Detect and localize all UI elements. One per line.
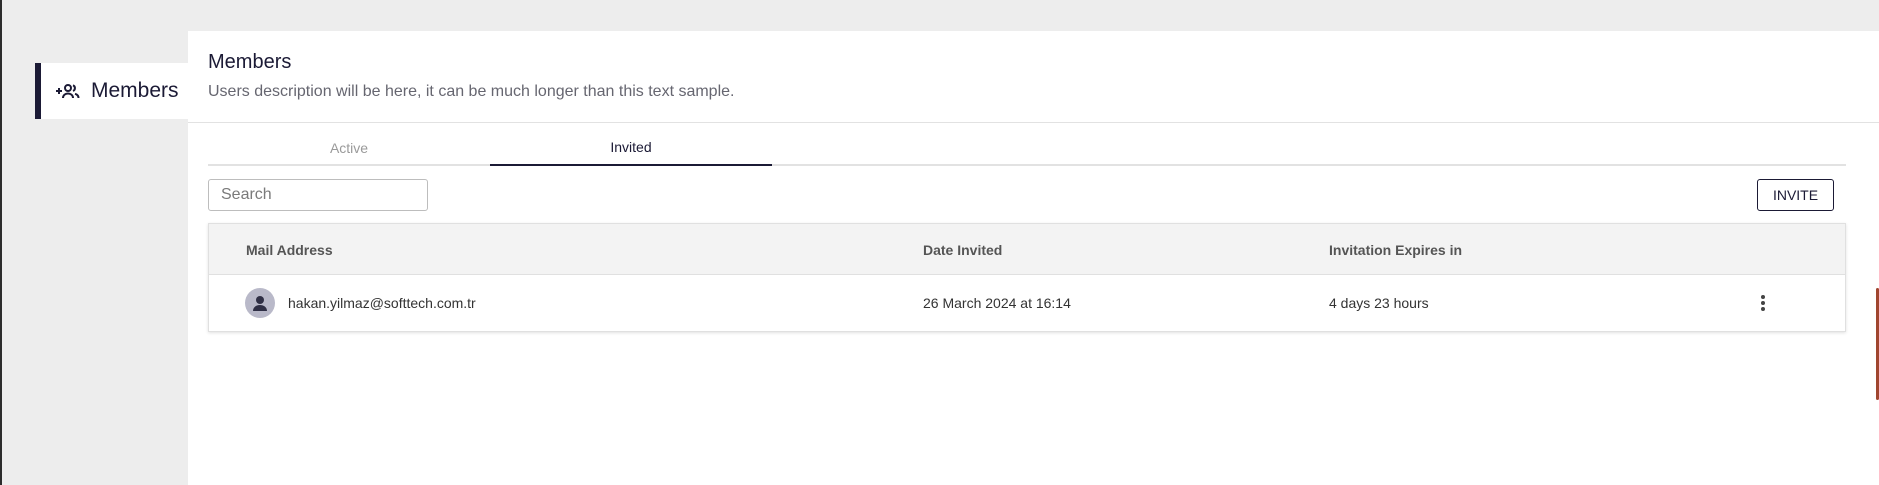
header-divider bbox=[188, 122, 1879, 123]
invited-members-table: Mail Address Date Invited Invitation Exp… bbox=[208, 223, 1846, 332]
cell-date-invited: 26 March 2024 at 16:14 bbox=[923, 295, 1071, 311]
tab-invited[interactable]: Invited bbox=[490, 130, 772, 166]
tab-bar: Active Invited bbox=[208, 130, 1846, 166]
avatar bbox=[245, 288, 275, 318]
invite-button[interactable]: INVITE bbox=[1757, 179, 1834, 211]
sidebar-item-members[interactable]: Members bbox=[35, 63, 189, 119]
page-header: Members Users description will be here, … bbox=[208, 51, 734, 101]
search-input[interactable] bbox=[208, 179, 428, 211]
sidebar-item-label: Members bbox=[91, 79, 179, 102]
cell-mail-address: hakan.yilmaz@softtech.com.tr bbox=[288, 295, 476, 311]
person-icon bbox=[253, 296, 267, 311]
column-header-mail-address[interactable]: Mail Address bbox=[246, 224, 333, 275]
column-header-date-invited[interactable]: Date Invited bbox=[923, 224, 1002, 275]
cell-expires-in: 4 days 23 hours bbox=[1329, 295, 1429, 311]
page-description: Users description will be here, it can b… bbox=[208, 83, 735, 100]
more-vert-icon[interactable] bbox=[1749, 289, 1777, 317]
group-add-icon bbox=[55, 81, 81, 101]
tab-active[interactable]: Active bbox=[208, 130, 490, 166]
page-title: Members bbox=[208, 51, 292, 73]
table-header: Mail Address Date Invited Invitation Exp… bbox=[209, 224, 1845, 275]
column-header-invitation-expires[interactable]: Invitation Expires in bbox=[1329, 224, 1462, 275]
window-left-border bbox=[0, 0, 2, 485]
table-row[interactable]: hakan.yilmaz@softtech.com.tr 26 March 20… bbox=[209, 275, 1845, 331]
members-panel: Members Users description will be here, … bbox=[188, 31, 1879, 485]
